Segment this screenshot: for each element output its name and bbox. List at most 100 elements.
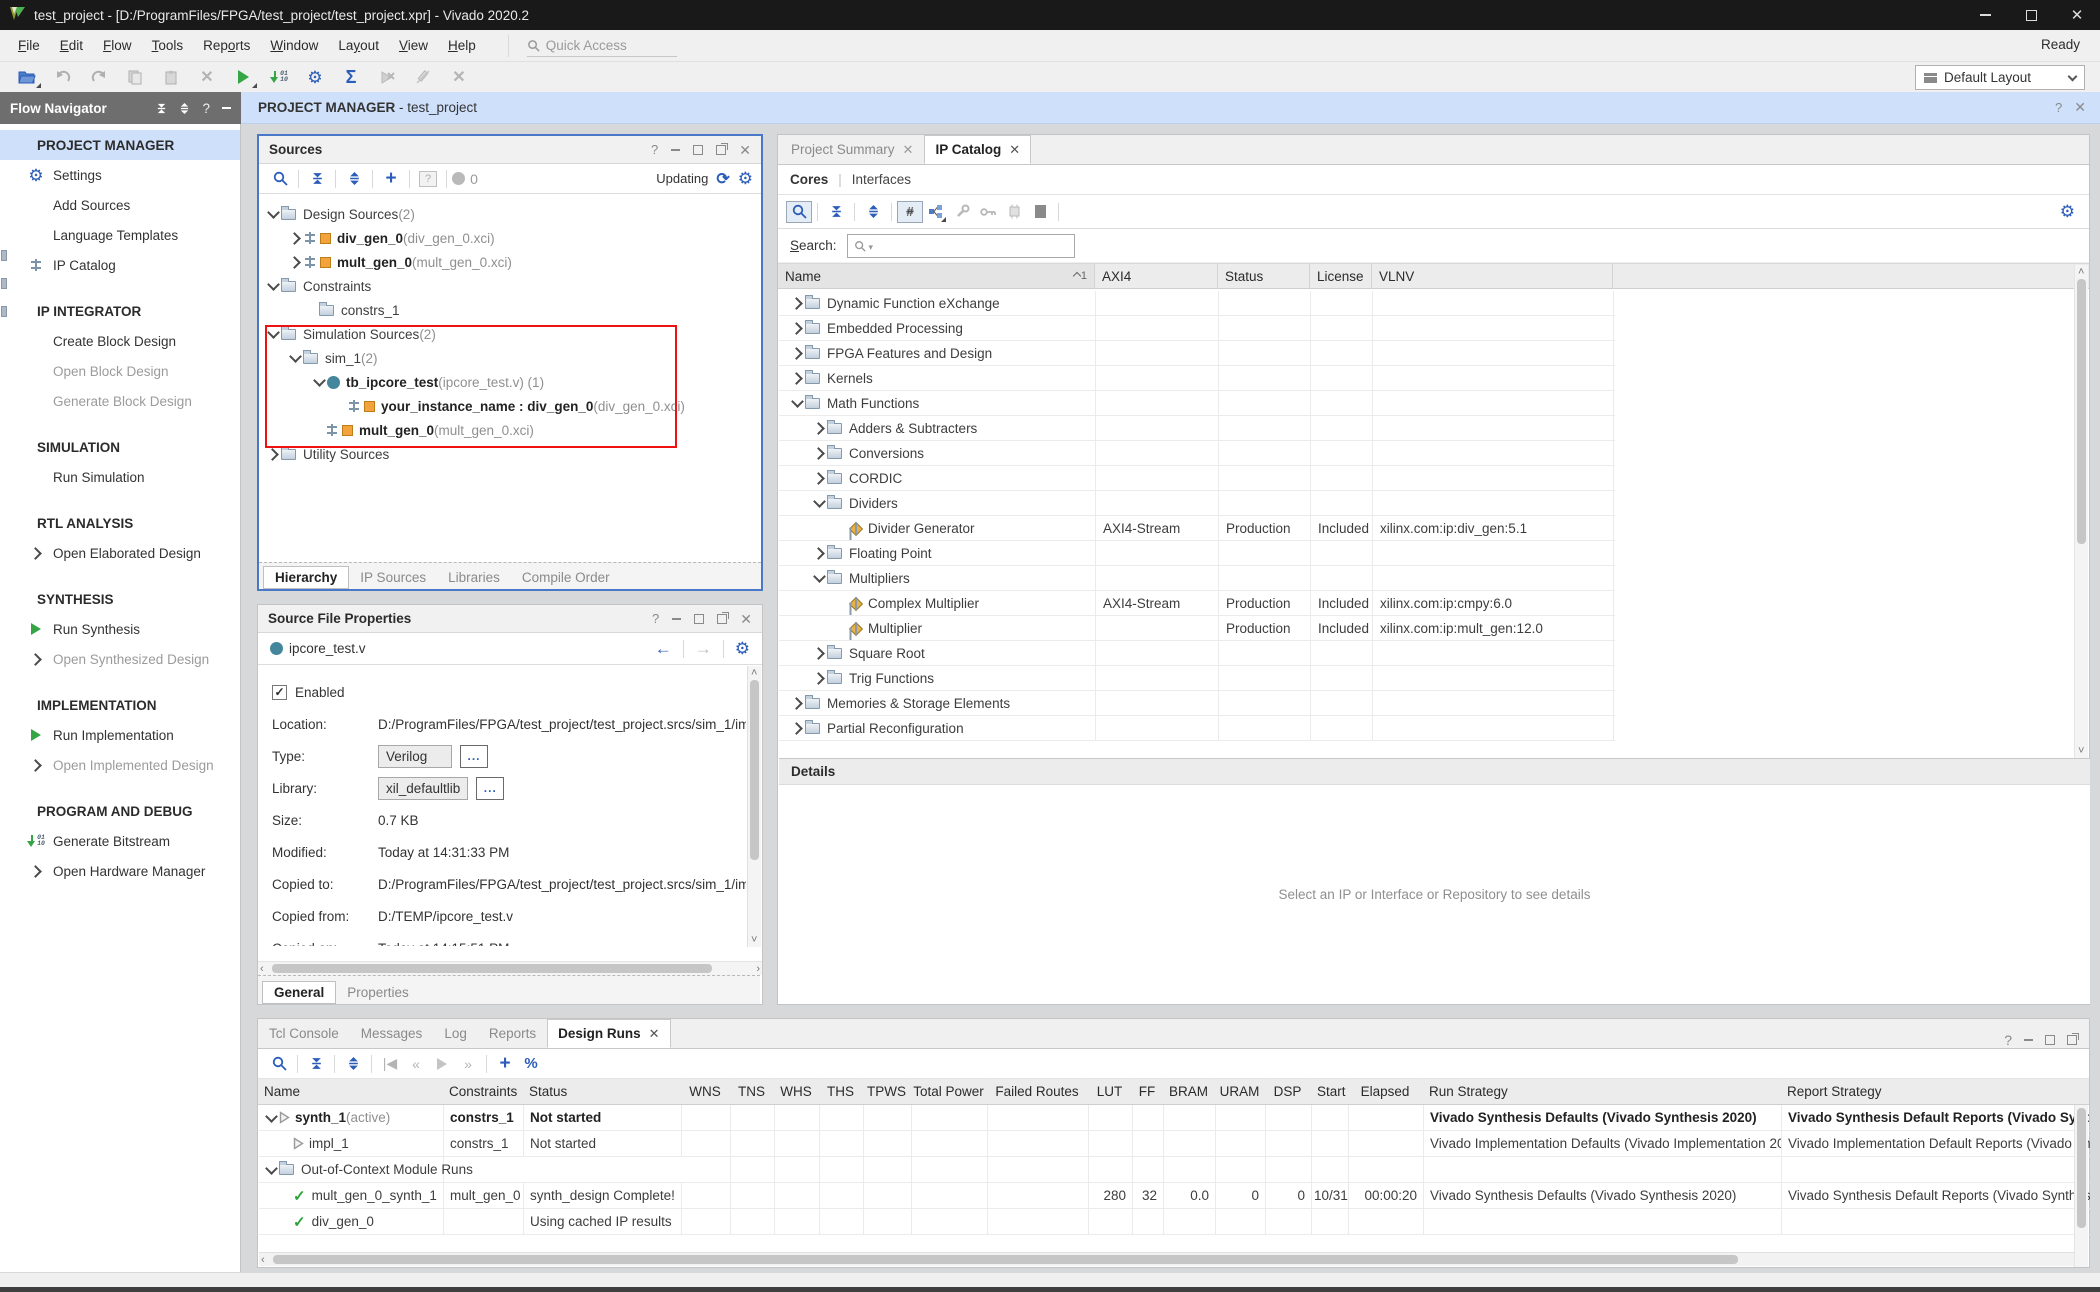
tree-chevron-icon[interactable] [263, 1162, 279, 1178]
run-row[interactable]: ✓ div_gen_0 Using cached IP results [259, 1209, 2090, 1235]
tree-chevron-icon[interactable] [263, 1110, 279, 1126]
menu-item[interactable]: Reports [193, 30, 260, 61]
run-row[interactable]: ✓ impl_1 constrs_1 Not started Viva [259, 1131, 2090, 1157]
help-icon[interactable]: ? [651, 142, 658, 157]
col-elapsed[interactable]: Elapsed [1348, 1079, 1423, 1104]
type-browse-button[interactable]: ... [460, 745, 488, 768]
column-header-axi4[interactable]: AXI4 [1095, 264, 1218, 288]
minimize-panel-icon[interactable] [2024, 1039, 2033, 1041]
vertical-scrollbar[interactable]: ˄ ˅ [2074, 265, 2088, 758]
flow-nav-item[interactable]: ⚙ 0110 Settings [0, 160, 240, 190]
maximize-icon[interactable] [2008, 0, 2054, 30]
sources-tab[interactable]: Compile Order [511, 566, 621, 589]
flow-nav-item[interactable]: ⚙ 0110 SYNTHESIS [0, 584, 240, 614]
ip-tree-row[interactable]: Math Functions [779, 391, 1615, 416]
ip-tree-row[interactable]: Adders & Subtracters [779, 416, 1615, 441]
flow-nav-item[interactable]: ⚙ 0110 Language Templates [0, 220, 240, 250]
flow-nav-item[interactable]: ⚙ 0110 IP Catalog [0, 250, 240, 280]
float-panel-icon[interactable] [716, 145, 726, 155]
col-name[interactable]: Name [258, 1079, 443, 1104]
col-constraints[interactable]: Constraints [443, 1079, 523, 1104]
col-start[interactable]: Start [1311, 1079, 1348, 1104]
flow-nav-item[interactable]: ⚙ 0110 Generate Block Design [0, 386, 240, 416]
close-panel-icon[interactable]: ✕ [739, 143, 751, 157]
tree-chevron-icon[interactable] [811, 420, 827, 436]
settings-gear-icon[interactable]: ⚙ [298, 65, 332, 89]
tree-row[interactable]: mult_gen_0 (mult_gen_0.xci) [259, 418, 761, 442]
ip-tree-row[interactable]: FPGA Features and Design [779, 341, 1615, 366]
collapse-all-icon[interactable] [823, 201, 849, 223]
gear-icon[interactable]: ⚙ [738, 170, 753, 187]
run-row[interactable]: ✓ Out-of-Context Module Runs [259, 1157, 2090, 1183]
tree-chevron-icon[interactable] [265, 446, 281, 462]
sfp-header[interactable]: Source File Properties ? ✕ [258, 605, 762, 633]
stop-run-button[interactable] [370, 65, 404, 89]
tree-chevron-icon[interactable] [287, 230, 303, 246]
search-icon[interactable] [786, 201, 812, 223]
maximize-panel-icon[interactable] [693, 145, 703, 155]
flow-nav-item[interactable]: ⚙ 0110 Open Synthesized Design [0, 644, 240, 674]
flow-nav-item[interactable]: ⚙ 0110 Add Sources [0, 190, 240, 220]
ip-tree-row[interactable]: Kernels [779, 366, 1615, 391]
expand-all-icon[interactable] [340, 1053, 366, 1075]
col-status[interactable]: Status [523, 1079, 681, 1104]
edit-disabled-button[interactable] [406, 65, 440, 89]
sfp-tab[interactable]: General [262, 981, 336, 1004]
quick-access-search[interactable]: Quick Access [527, 35, 677, 57]
expand-all-icon[interactable] [860, 201, 886, 223]
tree-row[interactable]: tb_ipcore_test (ipcore_test.v) (1) [259, 370, 761, 394]
console-tab[interactable]: Tcl Console ✕ [258, 1019, 350, 1048]
col-tpws[interactable]: TPWS [863, 1079, 911, 1104]
group-by-category-icon[interactable]: # [897, 201, 923, 223]
ip-tree-row[interactable]: Multiplier Production Included xilinx.co… [779, 616, 1615, 641]
tree-chevron-icon[interactable] [789, 695, 805, 711]
col-failed-routes[interactable]: Failed Routes [987, 1079, 1088, 1104]
enabled-checkbox[interactable]: ✓ [272, 685, 287, 700]
maximize-panel-icon[interactable] [694, 614, 704, 624]
help-icon[interactable]: ? [2004, 1032, 2012, 1048]
ip-tree-row[interactable]: Embedded Processing [779, 316, 1615, 341]
horizontal-scrollbar[interactable]: ‹ [259, 1252, 2076, 1266]
close-tab-icon[interactable]: ✕ [1009, 142, 1020, 158]
menu-item[interactable]: Layout [328, 30, 389, 61]
search-icon[interactable] [266, 1053, 292, 1075]
close-icon[interactable]: ✕ [2054, 0, 2100, 30]
editor-tab[interactable]: IP Catalog ✕ [924, 135, 1031, 164]
flow-nav-item[interactable]: ⚙ 0110 IMPLEMENTATION [0, 690, 240, 720]
flow-nav-item[interactable]: ⚙ 0110 Open Block Design [0, 356, 240, 386]
column-header-vlnv[interactable]: VLNV [1372, 264, 1613, 288]
sfp-tab[interactable]: Properties [336, 981, 420, 1004]
ip-tree-row[interactable]: Divider Generator AXI4-Stream Production… [779, 516, 1615, 541]
float-panel-icon[interactable] [717, 614, 727, 624]
gear-icon[interactable]: ⚙ [2060, 203, 2075, 220]
flow-nav-item[interactable]: ⚙ 0110 Run Implementation [0, 720, 240, 750]
tree-chevron-icon[interactable] [311, 374, 327, 390]
tree-chevron-icon[interactable] [811, 445, 827, 461]
tree-row[interactable]: constrs_1 [259, 298, 761, 322]
tree-row[interactable]: Simulation Sources (2) [259, 322, 761, 346]
tree-row[interactable]: Utility Sources [259, 442, 761, 466]
tree-chevron-icon[interactable] [265, 206, 281, 222]
library-browse-button[interactable]: ... [476, 777, 504, 800]
redo-button[interactable] [82, 65, 116, 89]
sources-tab[interactable]: Libraries [437, 566, 511, 589]
tree-chevron-icon[interactable] [811, 495, 827, 511]
collapse-all-icon[interactable] [303, 1053, 329, 1075]
tree-row[interactable]: your_instance_name : div_gen_0 (div_gen_… [259, 394, 761, 418]
ip-tree-row[interactable]: Memories & Storage Elements [779, 691, 1615, 716]
layout-selector[interactable]: Default Layout [1915, 65, 2085, 90]
menu-item[interactable]: Window [260, 30, 328, 61]
col-bram[interactable]: BRAM [1163, 1079, 1215, 1104]
generate-bitstream-button[interactable]: 0110 [262, 65, 296, 89]
flow-nav-item[interactable]: ⚙ 0110 Run Simulation [0, 462, 240, 492]
console-tab[interactable]: Messages ✕ [350, 1019, 434, 1048]
flow-nav-item[interactable]: ⚙ 0110 Run Synthesis [0, 614, 240, 644]
minimize-panel-icon[interactable] [672, 618, 681, 620]
col-run-strategy[interactable]: Run Strategy [1423, 1079, 1781, 1104]
resource-percent-button[interactable]: % [518, 1053, 544, 1075]
tree-chevron-icon[interactable] [789, 320, 805, 336]
horizontal-scrollbar[interactable]: ‹ › [258, 961, 762, 975]
back-arrow-icon[interactable]: ← [655, 639, 672, 659]
tree-chevron-icon[interactable] [789, 295, 805, 311]
editor-tab[interactable]: Project Summary ✕ [780, 135, 924, 164]
